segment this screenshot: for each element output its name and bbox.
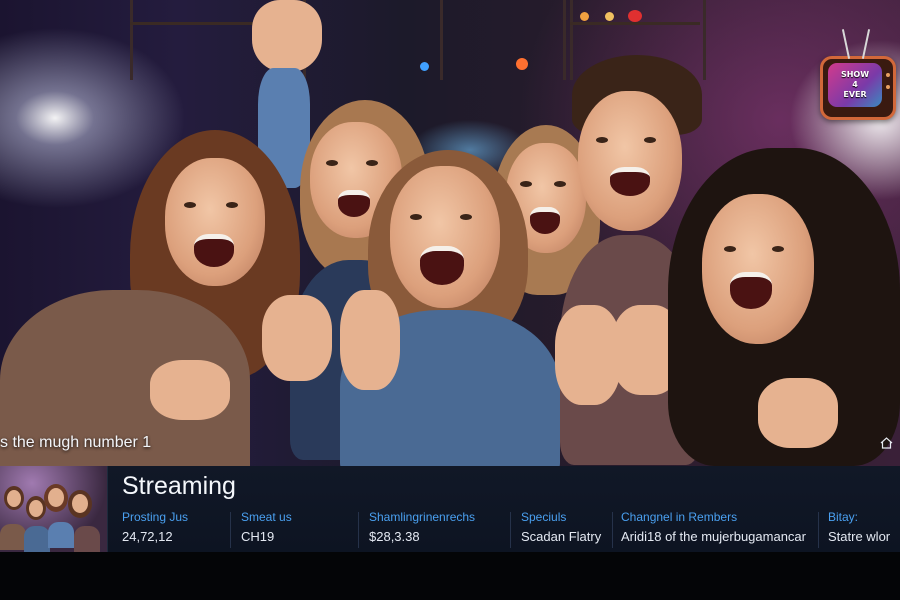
stat-value: Scadan Flatry bbox=[521, 529, 602, 544]
logo-antenna bbox=[861, 29, 871, 59]
bottom-strip bbox=[0, 552, 900, 600]
thumb-person-body bbox=[74, 526, 100, 552]
thumb-person-face bbox=[48, 488, 64, 507]
logo-antenna bbox=[841, 29, 851, 59]
person-6-mouth bbox=[730, 272, 772, 309]
stat-item: Changnel in Rembers Aridi18 of the mujer… bbox=[621, 510, 806, 552]
person-3-mouth bbox=[420, 246, 464, 285]
stat-item: Speciuls Scadan Flatry bbox=[521, 510, 601, 552]
background-light bbox=[628, 10, 642, 22]
person-1-eye bbox=[226, 202, 238, 208]
home-icon bbox=[880, 437, 892, 449]
thumb-person-body bbox=[24, 526, 50, 552]
stat-label: Smeat us bbox=[241, 510, 292, 524]
stat-value: Statre wlor bbox=[828, 529, 891, 544]
stat-value: $28,3.38 bbox=[369, 529, 420, 544]
background-shelf-board bbox=[570, 22, 700, 25]
hero-image: SHOW 4 EVER s the mugh number 1 bbox=[0, 0, 900, 466]
logo-text-line: 4 bbox=[852, 80, 858, 89]
stat-value: CH19 bbox=[241, 529, 275, 544]
thumb-person-body bbox=[48, 522, 74, 548]
stat-divider bbox=[510, 512, 511, 548]
person-1-mouth bbox=[194, 234, 234, 267]
stat-divider bbox=[230, 512, 231, 548]
stat-divider bbox=[612, 512, 613, 548]
person-1-hand bbox=[150, 360, 230, 420]
background-light bbox=[516, 58, 528, 70]
stat-divider bbox=[358, 512, 359, 548]
thumb-person-body bbox=[0, 524, 26, 550]
person-5-eye bbox=[596, 137, 608, 143]
stat-label: Bitay: bbox=[828, 510, 859, 524]
stat-label: Speciuls bbox=[521, 510, 567, 524]
stat-divider bbox=[818, 512, 819, 548]
thumbnail-image[interactable] bbox=[0, 466, 108, 552]
person-6-face bbox=[702, 194, 814, 344]
logo-text-line: EVER bbox=[843, 90, 867, 99]
thumb-person-face bbox=[29, 500, 43, 517]
raised-hand bbox=[252, 0, 322, 72]
logo-text-line: SHOW bbox=[840, 70, 870, 79]
logo-knob bbox=[886, 73, 890, 77]
channel-logo: SHOW 4 EVER bbox=[820, 29, 896, 120]
person-6 bbox=[668, 148, 900, 466]
thumbs-up-hand bbox=[262, 295, 332, 381]
stat-value: Aridi18 of the mujerbugamancar bbox=[621, 529, 806, 544]
stat-label: Shamlingrinenrechs bbox=[369, 510, 476, 524]
background-light bbox=[580, 12, 589, 21]
stat-item: Smeat us CH19 bbox=[241, 510, 292, 552]
thumb-person-face bbox=[7, 490, 21, 507]
stat-label: Prosting Jus bbox=[122, 510, 189, 524]
person-5-eye bbox=[644, 137, 656, 143]
background-light bbox=[605, 12, 614, 21]
subtitle-caption: s the mugh number 1 bbox=[0, 434, 152, 451]
logo-knob bbox=[886, 85, 890, 89]
person-3-eye bbox=[460, 214, 472, 220]
home-button[interactable] bbox=[874, 432, 898, 454]
background-light bbox=[420, 62, 429, 71]
person-3-face bbox=[390, 166, 500, 308]
person-6-eye bbox=[724, 246, 736, 252]
person-6-hand bbox=[758, 378, 838, 448]
person-3-eye bbox=[410, 214, 422, 220]
person-5-face bbox=[578, 91, 682, 231]
stat-value: 24,72,12 bbox=[122, 529, 173, 544]
person-1 bbox=[0, 130, 300, 466]
logo-screen: SHOW 4 EVER bbox=[828, 63, 882, 107]
person-6-eye bbox=[772, 246, 784, 252]
person-3-thumb-hand bbox=[340, 290, 400, 390]
person-3 bbox=[340, 150, 560, 466]
panel-title: Streaming bbox=[122, 472, 236, 500]
person-5-mouth bbox=[610, 167, 650, 196]
thumb-person-face bbox=[72, 494, 88, 513]
logo-text: SHOW 4 EVER bbox=[841, 70, 869, 100]
stat-item: Bitay: Statre wlor bbox=[828, 510, 890, 552]
person-2-eye bbox=[326, 160, 338, 166]
background-shelf bbox=[440, 0, 566, 80]
info-panel: Streaming Prosting Jus 24,72,12 Smeat us… bbox=[0, 466, 900, 552]
stat-item: Prosting Jus 24,72,12 bbox=[122, 510, 188, 552]
person-1-eye bbox=[184, 202, 196, 208]
stat-item: Shamlingrinenrechs $28,3.38 bbox=[369, 510, 475, 552]
stat-label: Changnel in Rembers bbox=[621, 510, 738, 524]
